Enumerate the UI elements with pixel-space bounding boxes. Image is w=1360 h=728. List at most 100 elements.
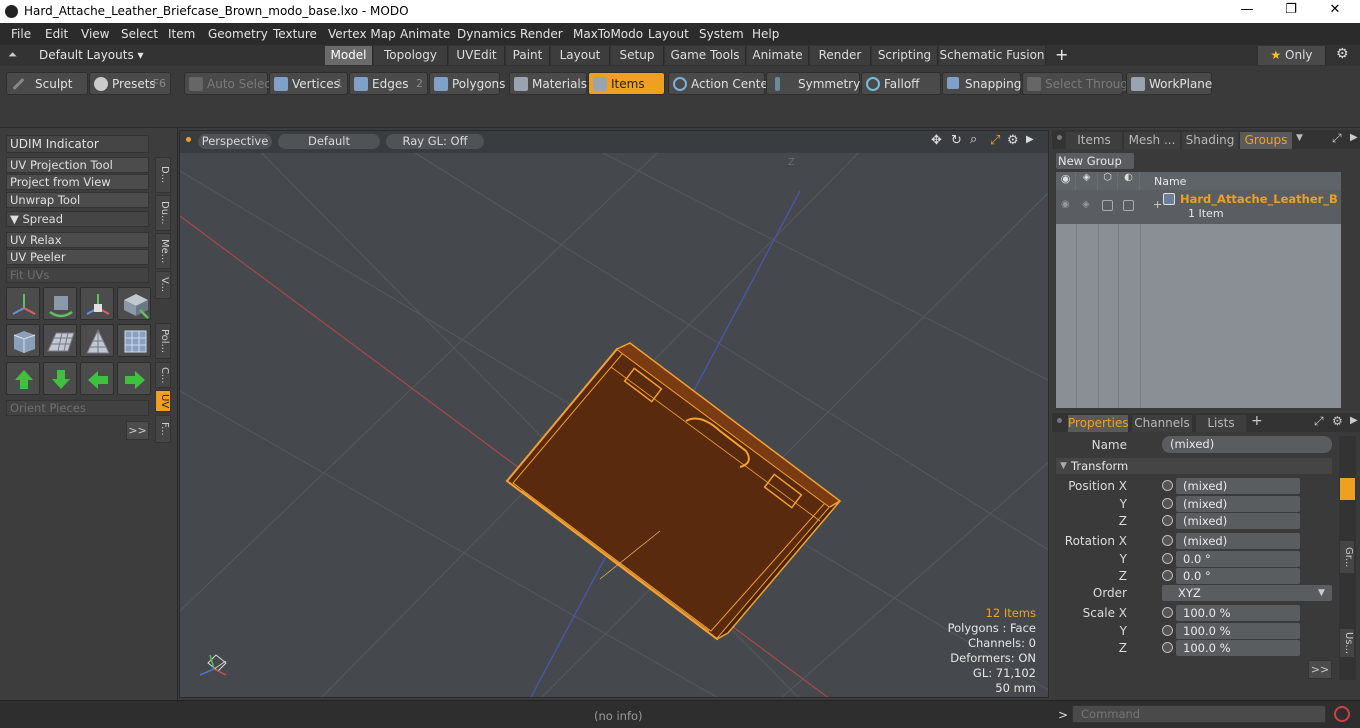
add-tab-button[interactable]: + (1055, 45, 1068, 64)
vertices-button[interactable]: Vertices 1 (269, 72, 348, 95)
props-menu-dot-icon[interactable] (1057, 418, 1062, 423)
uv-unwrap-cube-icon[interactable] (6, 324, 40, 357)
name-field[interactable]: (mixed) (1162, 436, 1332, 453)
arrow-right-icon[interactable] (117, 362, 151, 395)
maximize-view-icon[interactable]: ⤢ (990, 133, 1000, 148)
tab-animate[interactable]: Animate (747, 46, 809, 65)
uv-sphere-grid-icon[interactable] (117, 324, 151, 357)
lock-cube-icon[interactable]: ⬡ (1098, 172, 1118, 190)
uv-move-tool-icon[interactable] (6, 287, 40, 320)
menu-select[interactable]: Select (121, 27, 158, 41)
collapse-triangle-icon[interactable]: ▼ (1060, 458, 1067, 474)
tab-layout[interactable]: Layout (551, 46, 610, 65)
udim-indicator-button[interactable]: UDIM Indicator (6, 135, 149, 153)
tab-topology[interactable]: Topology (374, 46, 448, 65)
props-expand-icon[interactable]: ⤢ (1314, 414, 1324, 429)
order-chevron-down-icon[interactable]: ▼ (1318, 585, 1325, 601)
vtab-d[interactable]: D... (155, 157, 171, 193)
props-side-active-tab[interactable] (1340, 478, 1355, 500)
snapping-button[interactable]: Snapping (942, 72, 1021, 95)
menu-dynamics[interactable]: Dynamics (457, 27, 516, 41)
vtab-c[interactable]: C... (155, 362, 171, 388)
tab-game-tools[interactable]: Game Tools (665, 46, 746, 65)
action-center-button[interactable]: Action Center (668, 72, 773, 95)
arrow-left-icon[interactable] (80, 362, 114, 395)
menu-layout[interactable]: Layout (648, 27, 689, 41)
menu-render[interactable]: Render (520, 27, 563, 41)
uv-transform-tool-icon[interactable] (117, 287, 151, 320)
menu-edit[interactable]: Edit (45, 27, 68, 41)
maximize-button[interactable]: ❐ (1276, 2, 1306, 20)
position-z-field[interactable]: (mixed) (1176, 513, 1300, 529)
layout-selector[interactable]: Default Layouts ▾ (39, 48, 144, 62)
groups-scrollbar[interactable] (1343, 172, 1357, 408)
menu-texture[interactable]: Texture (273, 27, 317, 41)
scale-y-field[interactable]: 100.0 % (1176, 623, 1300, 639)
sculpt-button[interactable]: Sculpt (6, 72, 88, 95)
props-settings-icon[interactable]: ⚙ (1332, 414, 1343, 428)
vtab-v[interactable]: V... (155, 271, 171, 299)
tab-lists[interactable]: Lists (1196, 415, 1246, 432)
panel-arrow-icon[interactable]: ▶ (1350, 132, 1358, 143)
menu-vertex-map[interactable]: Vertex Map (328, 27, 396, 41)
unwrap-tool-button[interactable]: Unwrap Tool (6, 192, 149, 208)
tab-channels[interactable]: Channels (1132, 415, 1192, 432)
tab-items[interactable]: Items (1066, 132, 1122, 149)
vtab-pol[interactable]: Pol... (155, 323, 171, 359)
edges-button[interactable]: Edges 2 (349, 72, 428, 95)
shading-selector[interactable]: Default (278, 134, 380, 149)
rotation-z-field[interactable]: 0.0 ° (1176, 568, 1300, 584)
raygl-toggle[interactable]: Ray GL: Off (386, 134, 484, 149)
vtab-du[interactable]: Du... (155, 195, 171, 231)
position-y-anim-icon[interactable] (1162, 498, 1173, 509)
menu-maxtomodo[interactable]: MaxToModo (573, 27, 643, 41)
workplane-button[interactable]: WorkPlane (1126, 72, 1212, 95)
tab-scripting[interactable]: Scripting (872, 46, 938, 65)
position-x-anim-icon[interactable] (1162, 480, 1173, 491)
new-group-button[interactable]: New Group (1056, 153, 1134, 169)
falloff-button[interactable]: Falloff (861, 72, 941, 95)
tab-uvedit[interactable]: UVEdit (449, 46, 505, 65)
tab-schematic-fusion[interactable]: Schematic Fusion (939, 46, 1046, 65)
polygons-button[interactable]: Polygons (429, 72, 505, 95)
vtab-f[interactable]: F... (155, 415, 171, 443)
row-render-icon[interactable]: ◈ (1082, 199, 1090, 210)
panel-expand-icon[interactable]: ⤢ (1332, 131, 1342, 146)
tab-model[interactable]: Model (325, 46, 373, 65)
vtab-groups[interactable]: Gr... (1339, 540, 1355, 574)
menu-help[interactable]: Help (752, 27, 779, 41)
pan-icon[interactable]: ✥ (931, 133, 942, 148)
tab-paint[interactable]: Paint (506, 46, 550, 65)
arrow-up-icon[interactable] (6, 362, 40, 395)
record-icon[interactable] (1334, 706, 1350, 722)
rotation-x-field[interactable]: (mixed) (1176, 533, 1300, 549)
rotation-y-field[interactable]: 0.0 ° (1176, 551, 1300, 567)
items-button[interactable]: Items (588, 72, 665, 95)
tab-properties[interactable]: Properties (1068, 415, 1129, 432)
tab-mesh[interactable]: Mesh ... (1124, 132, 1180, 149)
transform-section-header[interactable]: Transform (1056, 458, 1332, 474)
scale-z-anim-icon[interactable] (1162, 642, 1173, 653)
uv-relax-button[interactable]: UV Relax (6, 232, 149, 248)
menu-system[interactable]: System (699, 27, 744, 41)
panel-menu-dot-icon[interactable] (1057, 135, 1062, 140)
view-type-selector[interactable]: Perspective (198, 134, 272, 149)
auto-select-button[interactable]: Auto Select (184, 72, 276, 95)
3d-viewport[interactable]: Z Perspective Default Ray GL: Off ✥ ↻ ⌕ … (179, 130, 1049, 698)
rotation-z-anim-icon[interactable] (1162, 570, 1173, 581)
uv-grid-plane-icon[interactable] (43, 324, 77, 357)
tab-groups[interactable]: Groups (1240, 132, 1292, 149)
uv-peeler-button[interactable]: UV Peeler (6, 249, 149, 265)
add-props-tab-button[interactable]: + (1251, 413, 1263, 429)
select-icon[interactable]: ◐ (1118, 172, 1140, 190)
more-tools-button[interactable]: >> (126, 421, 149, 440)
viewport-expand-arrow-icon[interactable]: ▶ (1026, 134, 1034, 145)
position-y-field[interactable]: (mixed) (1176, 496, 1300, 512)
row-lock-checkbox[interactable] (1102, 200, 1113, 211)
rotation-y-anim-icon[interactable] (1162, 553, 1173, 564)
command-input[interactable] (1072, 705, 1326, 723)
gear-icon[interactable]: ⚙ (1336, 46, 1349, 62)
arrow-down-icon[interactable] (43, 362, 77, 395)
minimize-button[interactable]: — (1232, 2, 1262, 20)
group-row[interactable]: ◉ ◈ + Hard_Attache_Leather_B ... 1 Item (1056, 190, 1355, 224)
